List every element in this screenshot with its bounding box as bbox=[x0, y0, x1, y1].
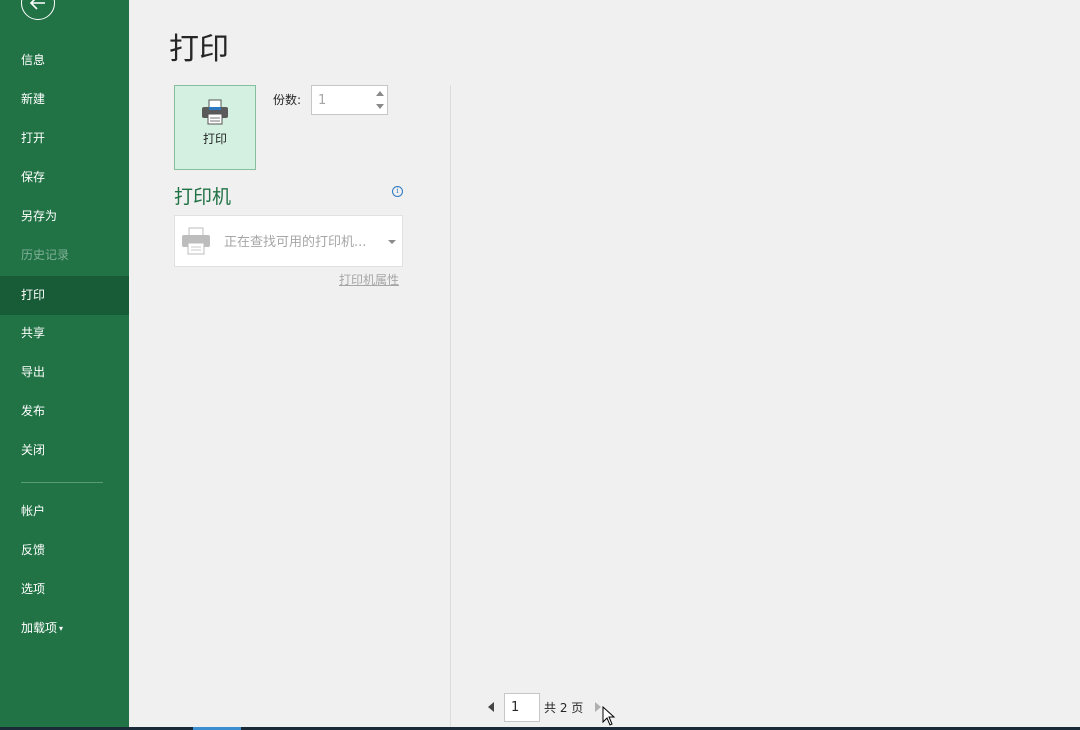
copies-label: 份数: bbox=[273, 93, 302, 107]
print-button-label: 打印 bbox=[202, 132, 227, 146]
sidebar-item-new[interactable]: 新建 bbox=[0, 80, 129, 119]
sidebar-item-print[interactable]: 打印 bbox=[0, 276, 129, 315]
sidebar-item-account[interactable]: 帐户 bbox=[0, 492, 129, 531]
back-button[interactable] bbox=[21, 0, 55, 20]
chevron-down-icon: ▾ bbox=[59, 624, 64, 633]
page-number-input[interactable]: 1 bbox=[504, 693, 540, 722]
printer-properties-link[interactable]: 打印机属性 bbox=[339, 271, 399, 288]
print-button[interactable]: 打印 bbox=[174, 85, 256, 170]
mouse-cursor-icon bbox=[602, 706, 616, 726]
back-arrow-icon bbox=[29, 0, 45, 10]
sidebar-item-feedback[interactable]: 反馈 bbox=[0, 531, 129, 570]
spin-up-icon[interactable] bbox=[376, 91, 384, 96]
page-total-label: 共 2 页 bbox=[544, 701, 584, 715]
spin-down-icon[interactable] bbox=[376, 104, 384, 109]
sidebar-item-publish[interactable]: 发布 bbox=[0, 392, 129, 431]
sidebar-item-open[interactable]: 打开 bbox=[0, 119, 129, 158]
page-title: 打印 bbox=[169, 32, 229, 67]
dropdown-caret-icon bbox=[388, 240, 396, 244]
sidebar-item-info[interactable]: 信息 bbox=[0, 41, 129, 80]
sidebar-item-close[interactable]: 关闭 bbox=[0, 431, 129, 470]
page-number-value: 1 bbox=[511, 700, 520, 715]
sidebar-item-addins[interactable]: 加载项 ▾ bbox=[0, 609, 129, 648]
printer-select[interactable]: 正在查找可用的打印机... bbox=[174, 215, 403, 267]
sidebar-item-export[interactable]: 导出 bbox=[0, 353, 129, 392]
sidebar-item-options[interactable]: 选项 bbox=[0, 570, 129, 609]
printer-icon bbox=[202, 99, 228, 125]
previous-page-icon[interactable] bbox=[488, 702, 494, 712]
sidebar-item-save[interactable]: 保存 bbox=[0, 158, 129, 197]
sidebar-item-share[interactable]: 共享 bbox=[0, 314, 129, 353]
copies-stepper[interactable]: 1 bbox=[311, 85, 388, 115]
backstage-sidebar: 信息 新建 打开 保存 另存为 历史记录 打印 共享 导出 发布 关闭 帐户 反… bbox=[0, 0, 129, 727]
sidebar-item-save-as[interactable]: 另存为 bbox=[0, 197, 129, 236]
printer-select-value: 正在查找可用的打印机... bbox=[224, 235, 367, 250]
sidebar-divider bbox=[21, 482, 103, 483]
preview-divider bbox=[450, 85, 451, 727]
next-page-icon[interactable] bbox=[595, 702, 601, 712]
copies-value: 1 bbox=[318, 93, 327, 108]
sidebar-item-addins-label: 加载项 bbox=[21, 621, 58, 635]
printer-heading: 打印机 bbox=[174, 186, 232, 208]
printer-icon bbox=[182, 227, 210, 255]
info-icon[interactable]: i bbox=[392, 186, 403, 197]
sidebar-item-history: 历史记录 bbox=[21, 248, 70, 262]
